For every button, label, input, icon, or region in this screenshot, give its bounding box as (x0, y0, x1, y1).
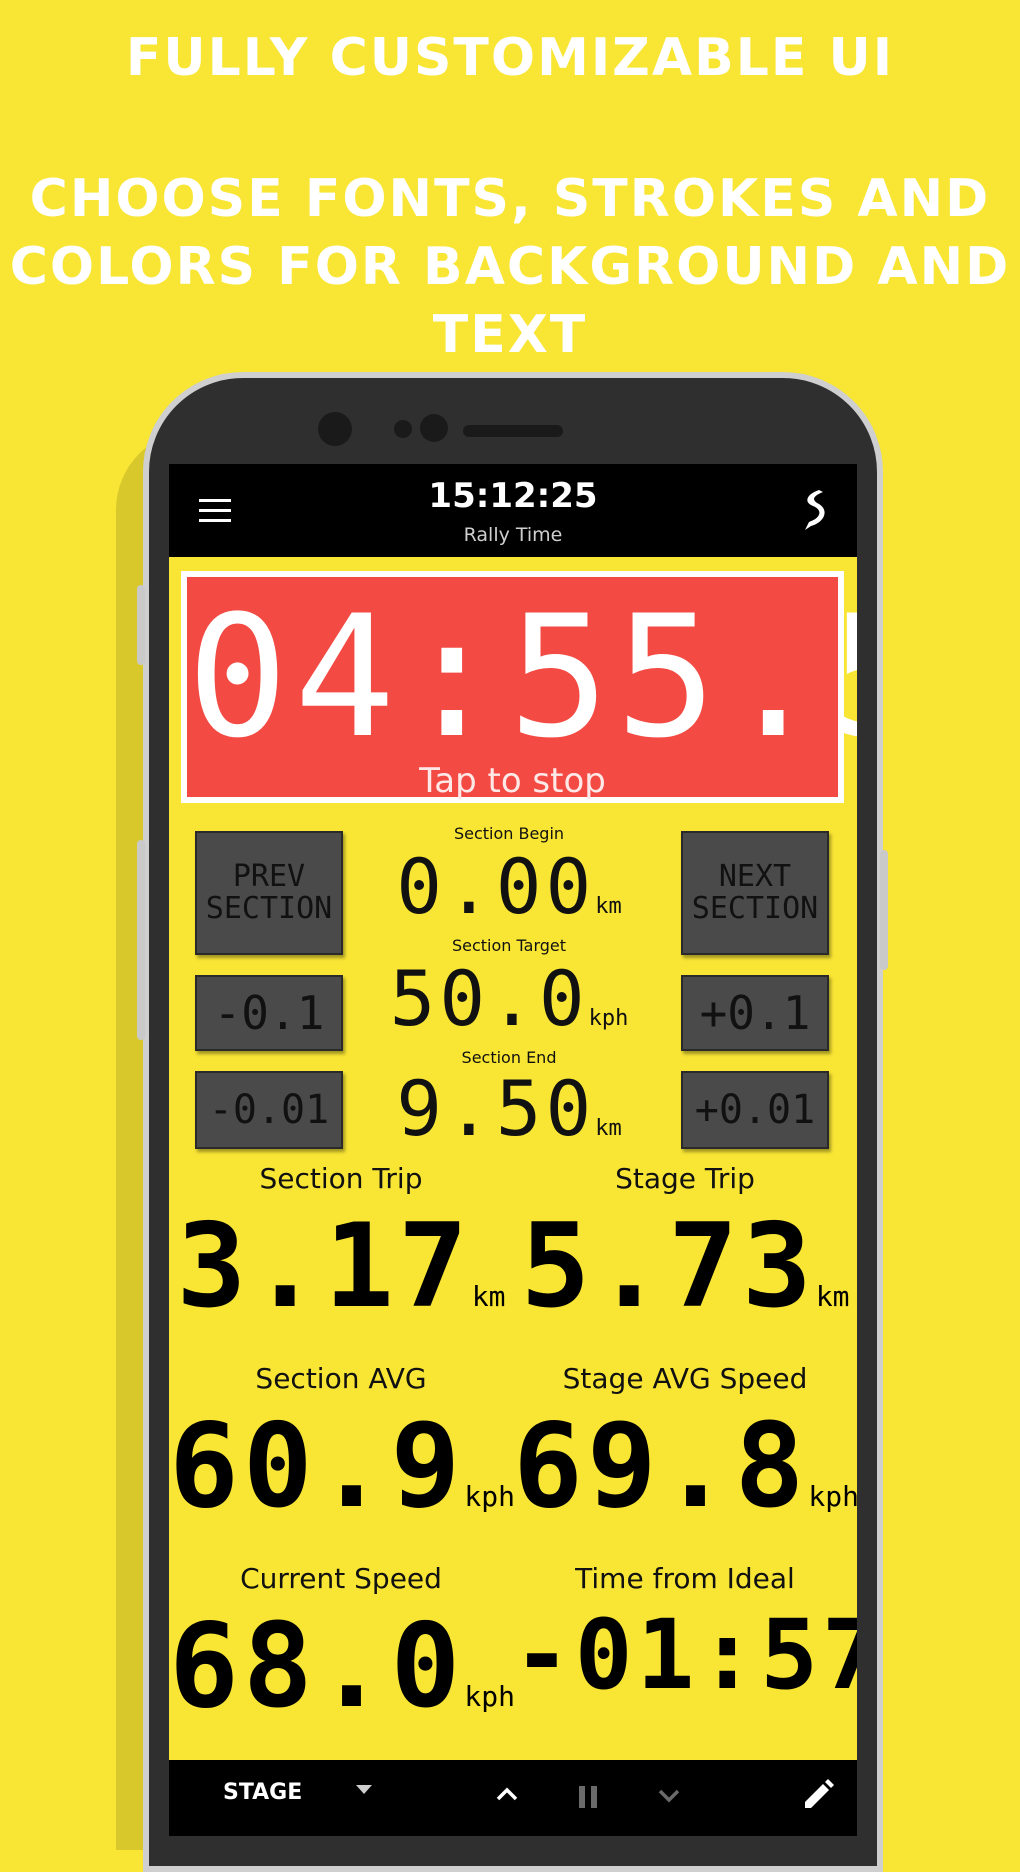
section-trip-unit: km (471, 1280, 506, 1313)
section-end-value: 9.50km (339, 1064, 679, 1153)
chevron-down-icon[interactable] (657, 1788, 681, 1804)
section-avg-unit: kph (464, 1480, 515, 1513)
stage-timer-value: 04:55.5 (187, 579, 857, 775)
promo-subheadline: CHOOSE FONTS, STROKES AND COLORS FOR BAC… (0, 165, 1020, 369)
current-speed-label: Current Speed (240, 1562, 442, 1595)
section-trip-number: 3.17 (176, 1199, 472, 1334)
current-speed-value: 68.0kph (169, 1599, 515, 1734)
stage-trip-number: 5.73 (520, 1199, 816, 1334)
pause-icon[interactable] (577, 1784, 601, 1810)
section-target-unit: kph (588, 1006, 629, 1031)
stage-avg-speed-value: 69.8kph (513, 1399, 857, 1534)
section-trip-value: 3.17km (169, 1199, 513, 1334)
sensor (394, 420, 412, 438)
time-from-ideal-label: Time from Ideal (575, 1562, 795, 1595)
front-camera-2 (420, 414, 448, 442)
section-target-number: 50.0 (389, 954, 589, 1043)
side-button (137, 840, 145, 1040)
app-bar: 15:12:25 Rally Time (169, 464, 857, 557)
rally-clock: 15:12:25 (428, 476, 598, 516)
promo-headline: FULLY CUSTOMIZABLE UI (125, 28, 895, 88)
stage-timer-button[interactable]: 04:55.5 Tap to stop (181, 571, 857, 803)
chevron-down-icon[interactable] (355, 1784, 373, 1796)
section-target-label: Section Target (451, 936, 567, 955)
stage-mode-select[interactable]: STAGE (223, 1780, 302, 1805)
section-begin-unit: km (595, 894, 622, 919)
plus-0-01-button[interactable]: +0.01 (681, 1071, 829, 1149)
current-speed-unit: kph (464, 1680, 515, 1713)
app-screen: 15:12:25 Rally Time 04:55.5 Tap to stop … (169, 464, 857, 1836)
section-end-unit: km (595, 1116, 622, 1141)
section-avg-value: 60.9kph (169, 1399, 515, 1534)
section-avg-number: 60.9 (169, 1399, 465, 1534)
bottom-bar: STAGE (169, 1760, 857, 1836)
app-logo-icon[interactable] (797, 488, 831, 534)
stage-trip-value: 5.73km (513, 1199, 857, 1334)
timer-hint: Tap to stop (419, 761, 606, 801)
section-begin-label: Section Begin (453, 824, 565, 843)
stage-avg-speed-unit: kph (808, 1480, 857, 1513)
section-target-value: 50.0kph (339, 954, 679, 1043)
prev-section-line-2: SECTION (205, 891, 333, 926)
minus-0-01-button[interactable]: -0.01 (195, 1071, 343, 1149)
plus-0-1-button[interactable]: +0.1 (681, 975, 829, 1051)
power-button (880, 850, 888, 970)
prev-section-button[interactable]: PREV SECTION (195, 831, 343, 955)
time-from-ideal-value: -01:57 (513, 1599, 857, 1711)
next-section-button[interactable]: NEXT SECTION (681, 831, 829, 955)
section-begin-value: 0.00km (339, 842, 679, 931)
stage-avg-speed-label: Stage AVG Speed (562, 1362, 808, 1395)
next-section-line-2: SECTION (691, 891, 819, 926)
section-trip-label: Section Trip (259, 1162, 423, 1195)
promo-subline-2: COLORS FOR BACKGROUND AND TEXT (9, 237, 1011, 365)
prev-section-line-1: PREV (232, 859, 306, 894)
minus-0-1-button[interactable]: -0.1 (195, 975, 343, 1051)
section-end-number: 9.50 (396, 1064, 596, 1153)
next-section-line-1: NEXT (718, 859, 792, 894)
current-speed-number: 68.0 (169, 1599, 465, 1734)
stage-trip-label: Stage Trip (615, 1162, 755, 1195)
front-camera (318, 412, 352, 446)
volume-button (137, 585, 145, 665)
promo-subline-1: CHOOSE FONTS, STROKES AND (29, 169, 991, 229)
time-from-ideal-number: -01:57 (513, 1599, 857, 1711)
section-begin-number: 0.00 (396, 842, 596, 931)
stage-trip-unit: km (815, 1280, 850, 1313)
section-avg-label: Section AVG (255, 1362, 427, 1395)
rally-clock-label: Rally Time (463, 524, 563, 546)
earpiece-speaker (463, 425, 563, 437)
stage-avg-speed-number: 69.8 (513, 1399, 809, 1534)
chevron-up-icon[interactable] (495, 1786, 519, 1802)
pencil-icon[interactable] (801, 1778, 835, 1812)
